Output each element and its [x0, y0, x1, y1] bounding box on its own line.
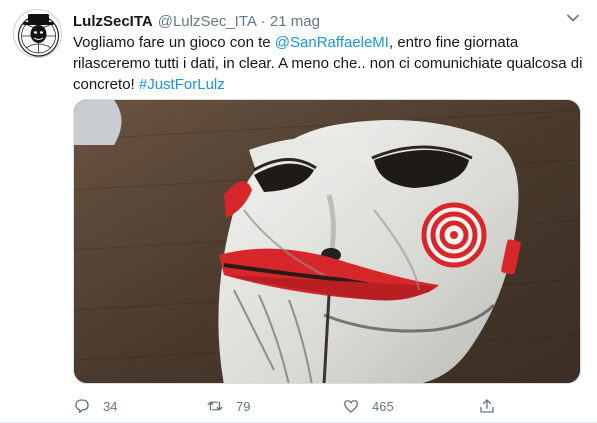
hashtag-link[interactable]: #JustForLulz [139, 76, 225, 93]
reply-icon [75, 399, 89, 414]
reply-count: 34 [103, 398, 118, 414]
header-separator: · [260, 12, 266, 30]
tweet-actions: 34 79 465 [73, 395, 513, 417]
tweet-header: LulzSecITA @LulzSec_ITA · 21 mag [73, 11, 320, 31]
like-button[interactable]: 465 [342, 395, 394, 417]
retweet-icon [207, 401, 223, 411]
share-icon [480, 399, 494, 413]
author-name[interactable]: LulzSecITA [73, 13, 153, 30]
mention-link[interactable]: @SanRaffaeleMI [275, 34, 389, 51]
tweet-text-part1: Vogliamo fare un gioco con te [73, 34, 275, 51]
jigsaw-mask-photo [74, 100, 580, 383]
tweet-card[interactable]: LulzSecITA @LulzSec_ITA · 21 mag Vogliam… [0, 0, 597, 423]
more-options-button[interactable] [565, 10, 581, 26]
share-button[interactable] [478, 395, 496, 417]
like-icon [343, 400, 359, 413]
chevron-down-icon [567, 14, 579, 22]
author-handle[interactable]: @LulzSec_ITA [158, 13, 257, 30]
avatar-mask-logo [17, 14, 60, 57]
tweet-date[interactable]: 21 mag [270, 13, 320, 30]
retweet-button[interactable]: 79 [206, 395, 250, 417]
tweet-image[interactable] [73, 99, 581, 384]
tweet-text: Vogliamo fare un gioco con te @SanRaffae… [73, 32, 583, 95]
avatar[interactable] [13, 9, 62, 58]
retweet-count: 79 [236, 398, 251, 414]
reply-button[interactable]: 34 [73, 395, 117, 417]
like-count: 465 [372, 398, 394, 414]
